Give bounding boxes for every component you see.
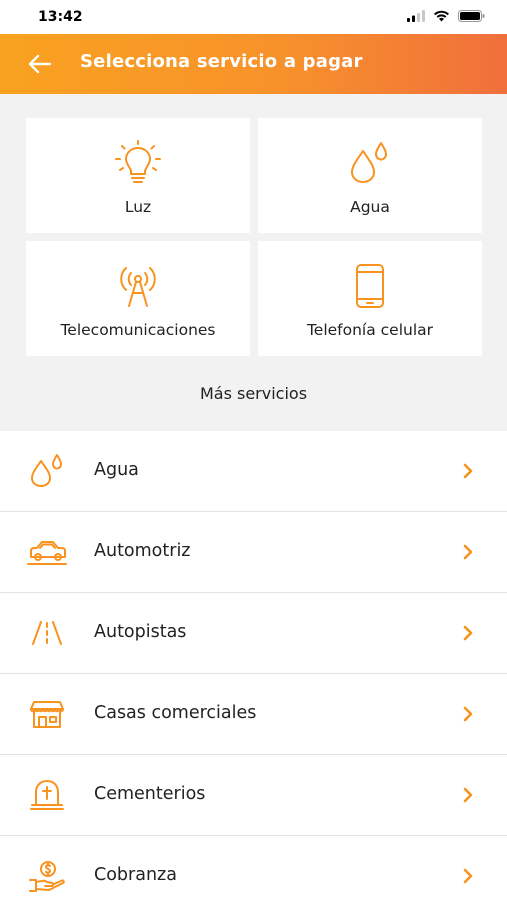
battery-icon [458,10,485,22]
chevron-right-icon [463,544,473,560]
chevron-right-icon [463,463,473,479]
service-card-luz[interactable]: Luz [26,118,250,233]
wifi-icon [434,10,449,22]
service-card-label: Agua [350,198,390,216]
list-item-casas-comerciales[interactable]: Casas comerciales [0,674,507,755]
service-card-telefonia-celular[interactable]: Telefonía celular [258,241,482,356]
featured-services: Luz Agua Telecomunicaciones Telefonía ce… [0,94,507,431]
status-bar: 13:42 [0,0,507,34]
chevron-right-icon [463,868,473,884]
list-item-label: Agua [94,460,139,480]
list-item-agua[interactable]: Agua [0,431,507,512]
water-drops-icon [351,142,387,183]
car-icon [27,541,67,565]
list-item-label: Cementerios [94,784,206,804]
service-card-label: Telecomunicaciones [60,321,216,339]
services-list: Agua Automotriz Autopistas Casas comerci… [0,431,507,900]
money-hand-icon [29,861,65,892]
status-time: 13:42 [38,9,83,25]
list-item-cementerios[interactable]: Cementerios [0,755,507,836]
highway-icon [32,621,62,645]
chevron-right-icon [463,706,473,722]
water-drops-icon [31,454,62,487]
service-card-telecomunicaciones[interactable]: Telecomunicaciones [26,241,250,356]
service-card-label: Telefonía celular [306,321,434,339]
antenna-icon [120,267,156,307]
list-item-label: Cobranza [94,865,177,885]
list-item-cobranza[interactable]: Cobranza [0,836,507,900]
more-services-heading: Más servicios [199,384,308,403]
storefront-icon [30,701,64,728]
list-item-label: Automotriz [94,541,191,561]
app-header: Selecciona servicio a pagar [0,34,507,94]
smartphone-icon [356,264,384,308]
service-card-label: Luz [124,198,152,216]
service-card-agua[interactable]: Agua [258,118,482,233]
tombstone-icon [30,780,64,810]
list-item-autopistas[interactable]: Autopistas [0,593,507,674]
chevron-right-icon [463,787,473,803]
page-title: Selecciona servicio a pagar [80,51,363,72]
list-item-label: Autopistas [94,622,187,642]
list-item-automotriz[interactable]: Automotriz [0,512,507,593]
signal-icon [407,10,425,22]
lightbulb-icon [115,140,161,183]
back-arrow-icon [28,54,52,74]
chevron-right-icon [463,625,473,641]
status-icons [407,10,485,22]
back-button[interactable] [22,46,58,82]
list-item-label: Casas comerciales [94,703,257,723]
